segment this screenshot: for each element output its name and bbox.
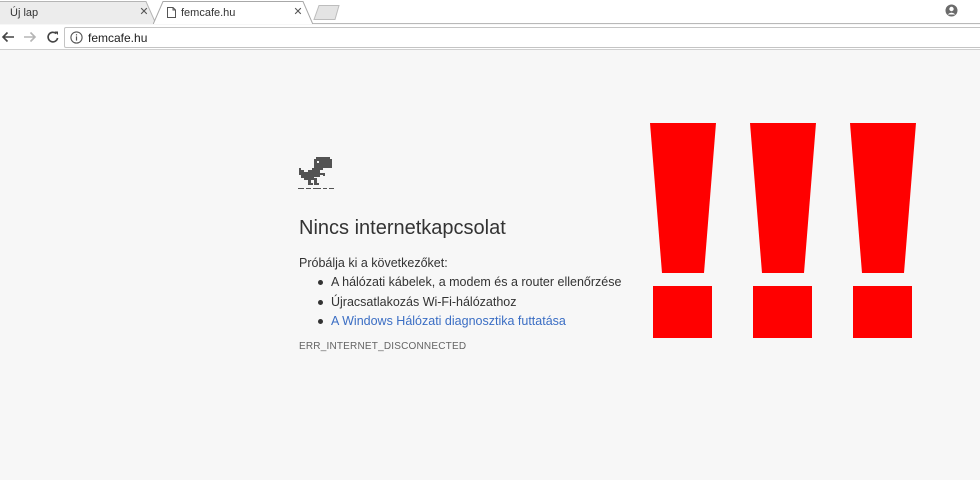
close-icon[interactable]: ✕: [138, 6, 150, 18]
new-tab-icon[interactable]: [312, 5, 342, 20]
dino-icon: [298, 157, 334, 189]
url-text[interactable]: femcafe.hu: [88, 31, 147, 45]
suggestion-item: A Windows Hálózati diagnosztika futtatás…: [299, 313, 621, 333]
exclamation-mark-icon: [650, 123, 716, 338]
tab-strip: Új lap ✕ femcafe.hu ✕: [0, 0, 980, 24]
tab-femcafe[interactable]: femcafe.hu ✕: [153, 1, 313, 24]
reload-icon[interactable]: [45, 29, 61, 45]
omnibox[interactable]: femcafe.hu: [64, 27, 980, 48]
suggestion-item: A hálózati kábelek, a modem és a router …: [299, 274, 621, 294]
info-icon[interactable]: [70, 31, 83, 44]
diagnostics-link[interactable]: A Windows Hálózati diagnosztika futtatás…: [331, 314, 566, 328]
tab-label: Új lap: [10, 7, 39, 19]
tab-label: femcafe.hu: [181, 7, 236, 19]
exclamation-mark-icon: [850, 123, 916, 338]
forward-arrow-icon[interactable]: [22, 29, 38, 45]
close-icon[interactable]: ✕: [292, 6, 304, 18]
toolbar: femcafe.hu: [0, 25, 980, 50]
tab-new-tab[interactable]: Új lap ✕: [0, 1, 156, 24]
exclamation-mark-icon: [750, 123, 816, 338]
suggestion-list: A hálózati kábelek, a modem és a router …: [299, 274, 621, 333]
suggestion-item: Újracsatlakozás Wi-Fi-hálózathoz: [299, 294, 621, 314]
error-title: Nincs internetkapcsolat: [299, 217, 506, 239]
error-code: ERR_INTERNET_DISCONNECTED: [299, 341, 467, 352]
profile-icon[interactable]: [945, 4, 958, 17]
document-icon: [167, 7, 176, 18]
suggestions-intro: Próbálja ki a következőket:: [299, 256, 448, 270]
back-arrow-icon[interactable]: [0, 29, 16, 45]
